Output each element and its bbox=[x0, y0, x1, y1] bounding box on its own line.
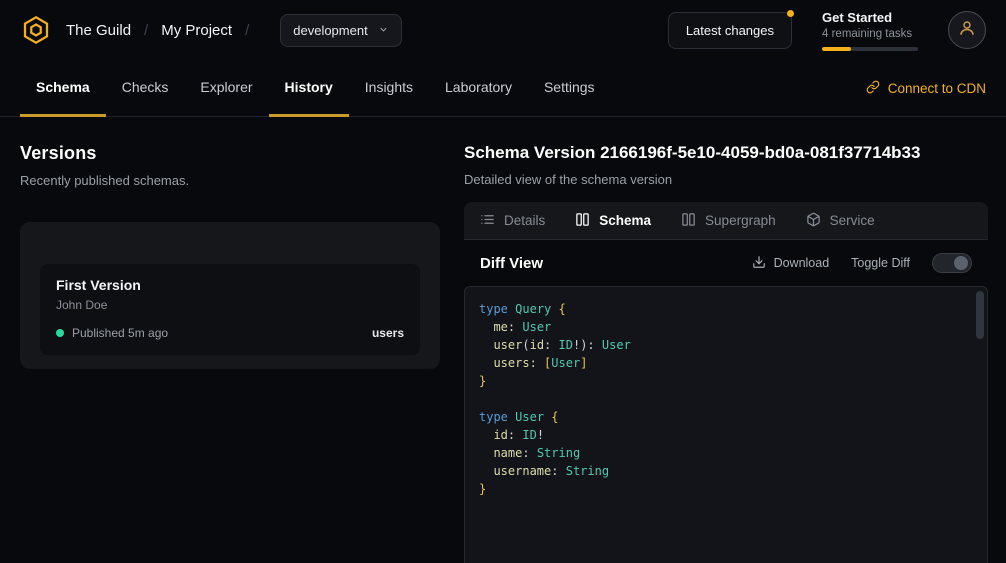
breadcrumb-separator: / bbox=[245, 22, 249, 39]
tab-service[interactable]: Service bbox=[806, 212, 875, 230]
tab-details-label: Details bbox=[504, 213, 545, 228]
user-avatar[interactable] bbox=[948, 11, 986, 49]
tab-schema[interactable]: Schema bbox=[575, 212, 651, 230]
nav-tab-insights[interactable]: Insights bbox=[349, 60, 429, 117]
version-list-item[interactable]: First Version John Doe Published 5m ago … bbox=[40, 264, 420, 355]
published-status-dot bbox=[56, 329, 64, 337]
nav-tab-checks[interactable]: Checks bbox=[106, 60, 185, 117]
columns-icon bbox=[681, 212, 696, 230]
version-status-text: Published 5m ago bbox=[72, 326, 168, 340]
get-started-title: Get Started bbox=[822, 10, 918, 25]
tab-supergraph-label: Supergraph bbox=[705, 213, 776, 228]
diff-toggle[interactable] bbox=[932, 253, 972, 273]
connect-to-cdn-button[interactable]: Connect to CDN bbox=[866, 60, 986, 116]
versions-title: Versions bbox=[20, 143, 440, 164]
nav-tab-list: Schema Checks Explorer History Insights … bbox=[20, 60, 611, 116]
version-name: First Version bbox=[56, 277, 404, 293]
toggle-diff-label: Toggle Diff bbox=[851, 256, 910, 270]
version-author: John Doe bbox=[56, 298, 404, 312]
versions-card: First Version John Doe Published 5m ago … bbox=[20, 222, 440, 369]
code-line: type User { bbox=[479, 408, 969, 426]
version-status-row: Published 5m ago users bbox=[56, 326, 404, 340]
tab-service-label: Service bbox=[830, 213, 875, 228]
version-detail-title: Schema Version 2166196f-5e10-4059-bd0a-0… bbox=[464, 143, 988, 163]
header-right-cluster: Latest changes Get Started 4 remaining t… bbox=[668, 10, 986, 51]
code-line: name: String bbox=[479, 444, 969, 462]
code-line bbox=[479, 390, 969, 408]
code-line: username: String bbox=[479, 462, 969, 480]
environment-select-value: development bbox=[293, 23, 367, 38]
diff-view-title: Diff View bbox=[480, 255, 543, 272]
box-icon bbox=[806, 212, 821, 230]
code-line: users: [User] bbox=[479, 354, 969, 372]
code-block: type Query { me: User user(id: ID!): Use… bbox=[479, 300, 969, 498]
get-started-widget[interactable]: Get Started 4 remaining tasks bbox=[822, 10, 918, 51]
user-icon bbox=[958, 19, 976, 42]
tab-schema-label: Schema bbox=[599, 213, 651, 228]
chevron-down-icon bbox=[378, 23, 389, 38]
get-started-progress-track bbox=[822, 47, 918, 51]
breadcrumb-project[interactable]: My Project bbox=[161, 22, 232, 39]
download-button[interactable]: Download bbox=[752, 255, 830, 272]
code-scrollbar bbox=[976, 291, 984, 563]
main-content: Versions Recently published schemas. Fir… bbox=[0, 117, 1006, 563]
diff-toolbar: Diff View Download Toggle Diff bbox=[464, 240, 988, 286]
detail-tabs-panel: Details Schema Sup bbox=[464, 202, 988, 563]
target-nav: Schema Checks Explorer History Insights … bbox=[0, 60, 1006, 117]
code-line: type Query { bbox=[479, 300, 969, 318]
code-line: user(id: ID!): User bbox=[479, 336, 969, 354]
tab-supergraph[interactable]: Supergraph bbox=[681, 212, 776, 230]
detail-tab-strip: Details Schema Sup bbox=[464, 202, 988, 240]
version-detail-panel: Schema Version 2166196f-5e10-4059-bd0a-0… bbox=[464, 143, 988, 563]
get-started-subtitle: 4 remaining tasks bbox=[822, 28, 918, 40]
versions-subtitle: Recently published schemas. bbox=[20, 173, 440, 188]
code-scrollbar-thumb[interactable] bbox=[976, 291, 984, 339]
progress-fill bbox=[822, 47, 851, 51]
top-header: The Guild / My Project / development Lat… bbox=[0, 0, 1006, 60]
notification-dot bbox=[787, 10, 794, 17]
versions-panel: Versions Recently published schemas. Fir… bbox=[20, 143, 440, 369]
toggle-knob bbox=[954, 256, 968, 270]
link-icon bbox=[866, 80, 880, 97]
hive-logo-icon[interactable] bbox=[20, 14, 52, 46]
nav-tab-settings[interactable]: Settings bbox=[528, 60, 611, 117]
code-line: me: User bbox=[479, 318, 969, 336]
code-line: id: ID! bbox=[479, 426, 969, 444]
diff-toolbar-actions: Download Toggle Diff bbox=[752, 253, 972, 273]
breadcrumb-org[interactable]: The Guild bbox=[66, 22, 131, 39]
nav-tab-schema[interactable]: Schema bbox=[20, 60, 106, 117]
list-icon bbox=[480, 212, 495, 230]
latest-changes-label: Latest changes bbox=[686, 23, 774, 38]
code-viewer: type Query { me: User user(id: ID!): Use… bbox=[464, 286, 988, 563]
latest-changes-button[interactable]: Latest changes bbox=[668, 12, 792, 49]
download-icon bbox=[752, 255, 766, 272]
code-line: } bbox=[479, 480, 969, 498]
service-badge: users bbox=[372, 326, 404, 340]
version-detail-subtitle: Detailed view of the schema version bbox=[464, 172, 988, 187]
nav-tab-explorer[interactable]: Explorer bbox=[184, 60, 268, 117]
code-line: } bbox=[479, 372, 969, 390]
environment-select[interactable]: development bbox=[280, 14, 401, 47]
columns-icon bbox=[575, 212, 590, 230]
breadcrumb-separator: / bbox=[144, 22, 148, 39]
connect-to-cdn-label: Connect to CDN bbox=[888, 81, 986, 96]
download-label: Download bbox=[774, 256, 830, 270]
tab-details[interactable]: Details bbox=[480, 212, 545, 230]
nav-tab-history[interactable]: History bbox=[269, 60, 349, 117]
nav-tab-laboratory[interactable]: Laboratory bbox=[429, 60, 528, 117]
